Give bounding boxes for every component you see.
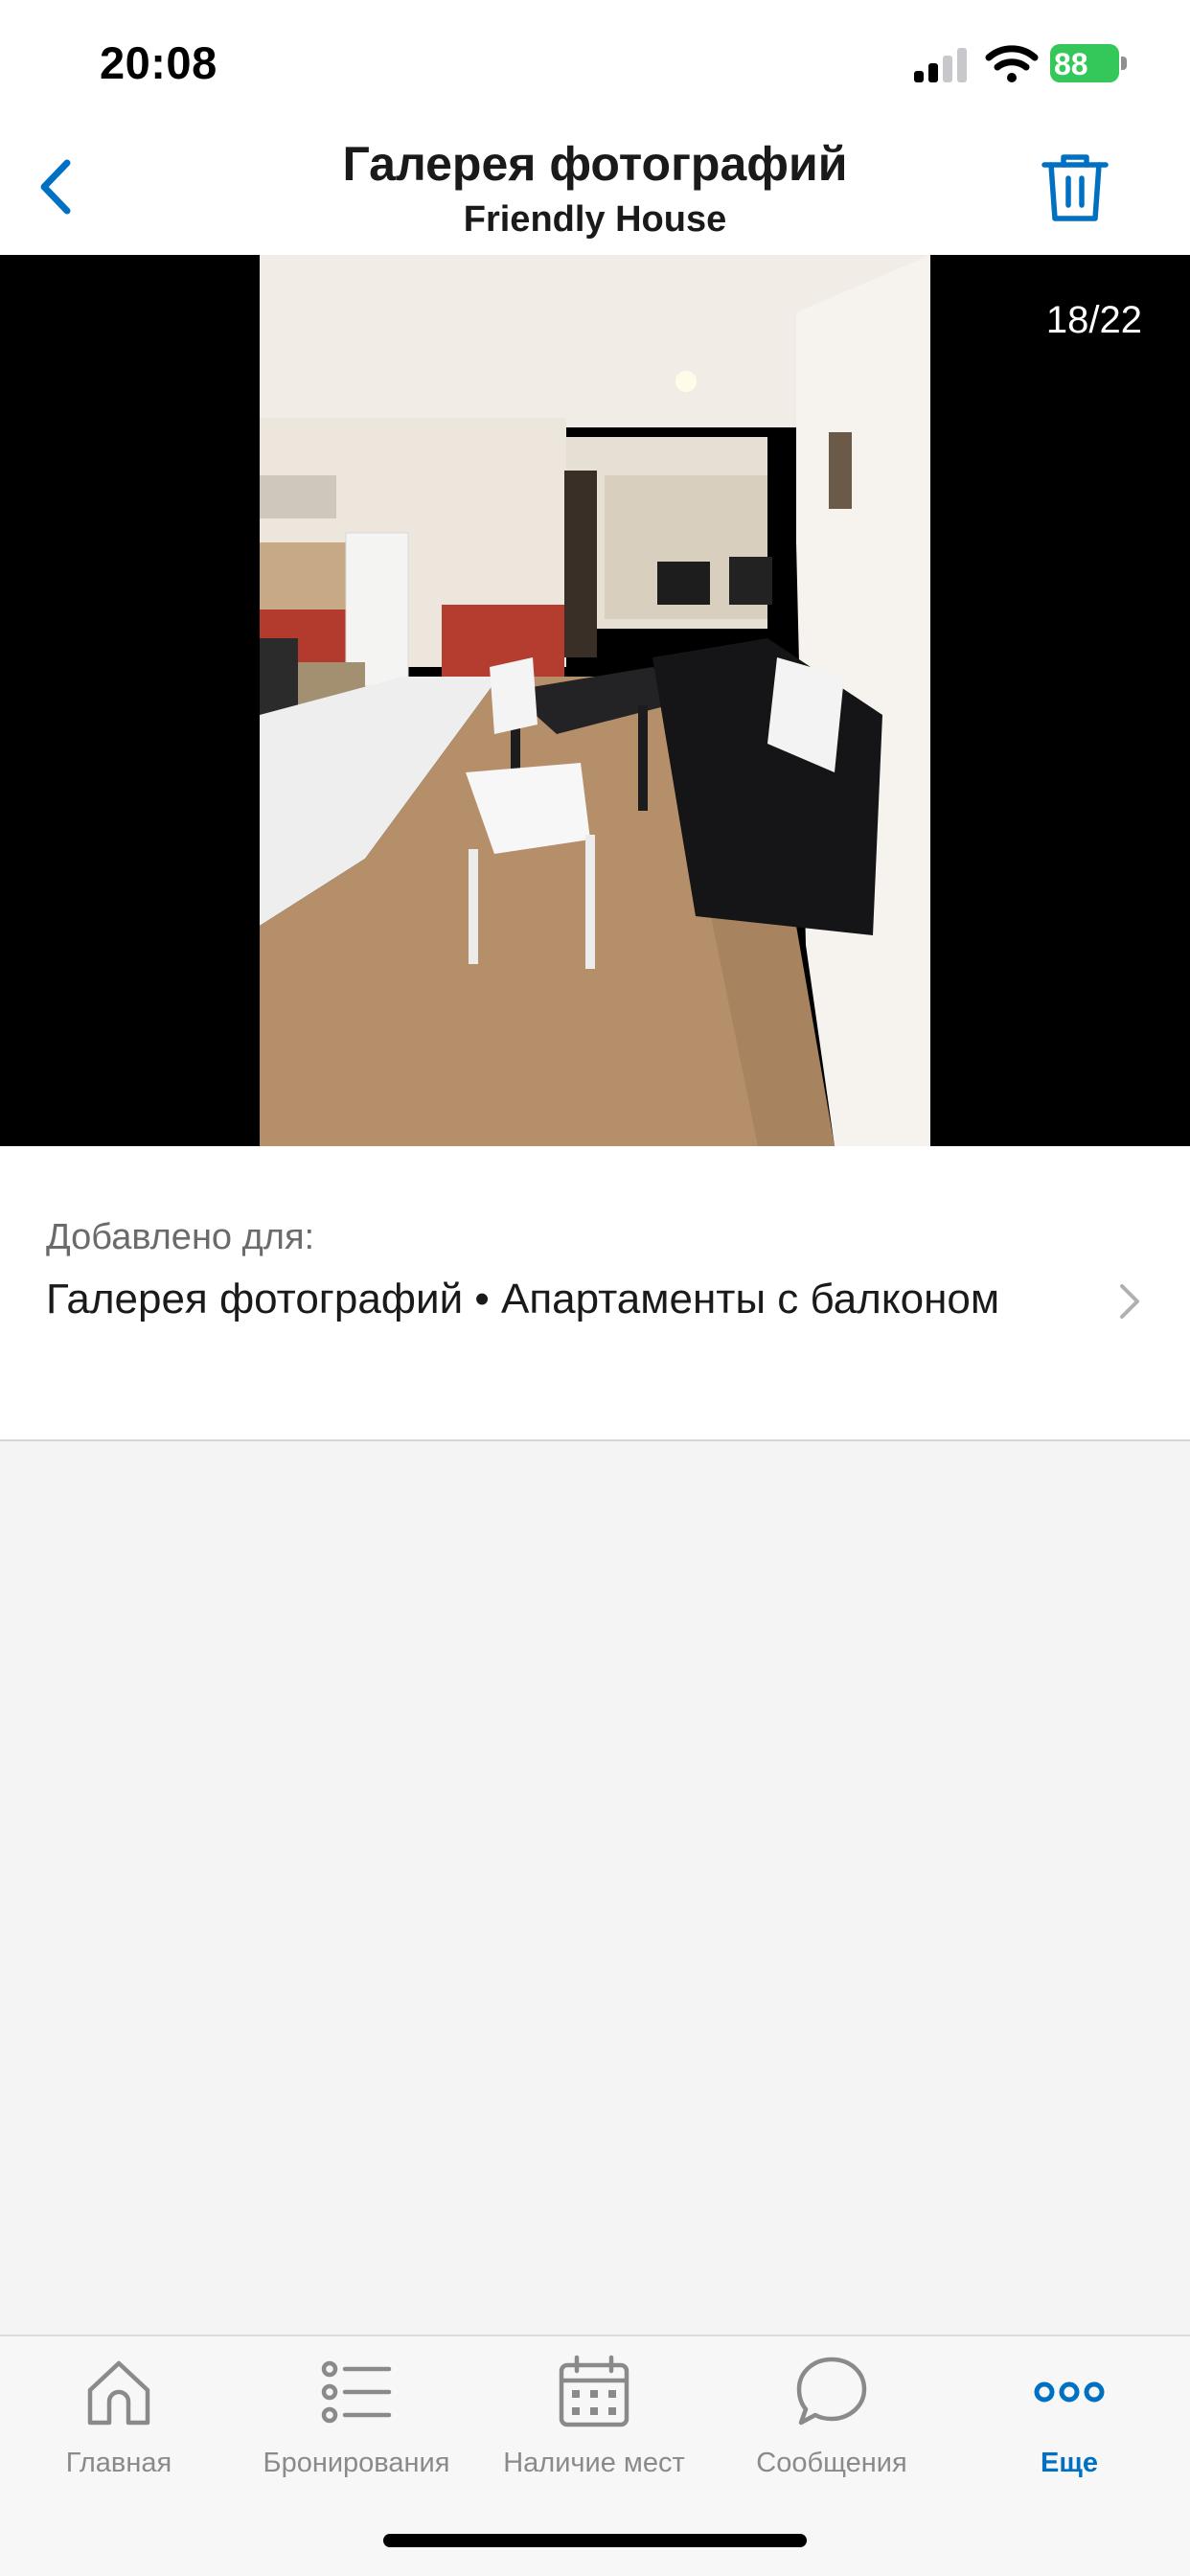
gallery-photo[interactable]	[260, 255, 930, 1146]
tab-label: Наличие мест	[503, 2448, 685, 2478]
app-screen: 20:08 88 Галерея фотографий Friendly Hou…	[0, 0, 1190, 2576]
tab-more[interactable]: Еще	[950, 2354, 1188, 2497]
tab-bookings[interactable]: Бронирования	[238, 2354, 475, 2497]
battery-level: 88	[1054, 47, 1088, 81]
status-time: 20:08	[100, 37, 217, 88]
photo-viewer[interactable]: 18/22	[0, 255, 1190, 1146]
tab-label: Главная	[65, 2448, 172, 2478]
tab-label: Бронирования	[263, 2448, 450, 2478]
property-name: Friendly House	[463, 199, 727, 240]
added-for-label: Добавлено для:	[46, 1217, 315, 1257]
tab-label: Еще	[1041, 2448, 1098, 2478]
chevron-right-icon	[1120, 1284, 1139, 1319]
chat-bubble-icon	[796, 2357, 867, 2426]
added-for-row[interactable]: Добавлено для: Галерея фотографий • Апар…	[0, 1146, 1190, 1441]
delete-photo-button[interactable]	[1039, 150, 1111, 226]
cellular-signal-icon	[914, 48, 970, 82]
calendar-icon	[559, 2355, 629, 2427]
tab-availability[interactable]: Наличие мест	[475, 2354, 713, 2497]
list-icon	[321, 2360, 392, 2424]
wifi-icon	[985, 45, 1039, 82]
photo-counter: 18/22	[1045, 299, 1142, 341]
tab-label: Сообщения	[756, 2448, 907, 2478]
page-title: Галерея фотографий	[342, 137, 848, 191]
battery-charging-icon: 88	[1050, 44, 1127, 82]
added-for-value: Галерея фотографий • Апартаменты с балко…	[46, 1276, 1000, 1322]
home-indicator[interactable]	[383, 2534, 807, 2547]
nav-header: Галерея фотографий Friendly House	[0, 125, 1190, 255]
status-bar: 20:08 88	[0, 0, 1190, 125]
tab-messages[interactable]: Сообщения	[713, 2354, 950, 2497]
tab-home[interactable]: Главная	[0, 2354, 238, 2497]
trash-icon	[1041, 154, 1109, 221]
home-icon	[87, 2360, 150, 2426]
more-dots-icon	[1034, 2381, 1105, 2403]
